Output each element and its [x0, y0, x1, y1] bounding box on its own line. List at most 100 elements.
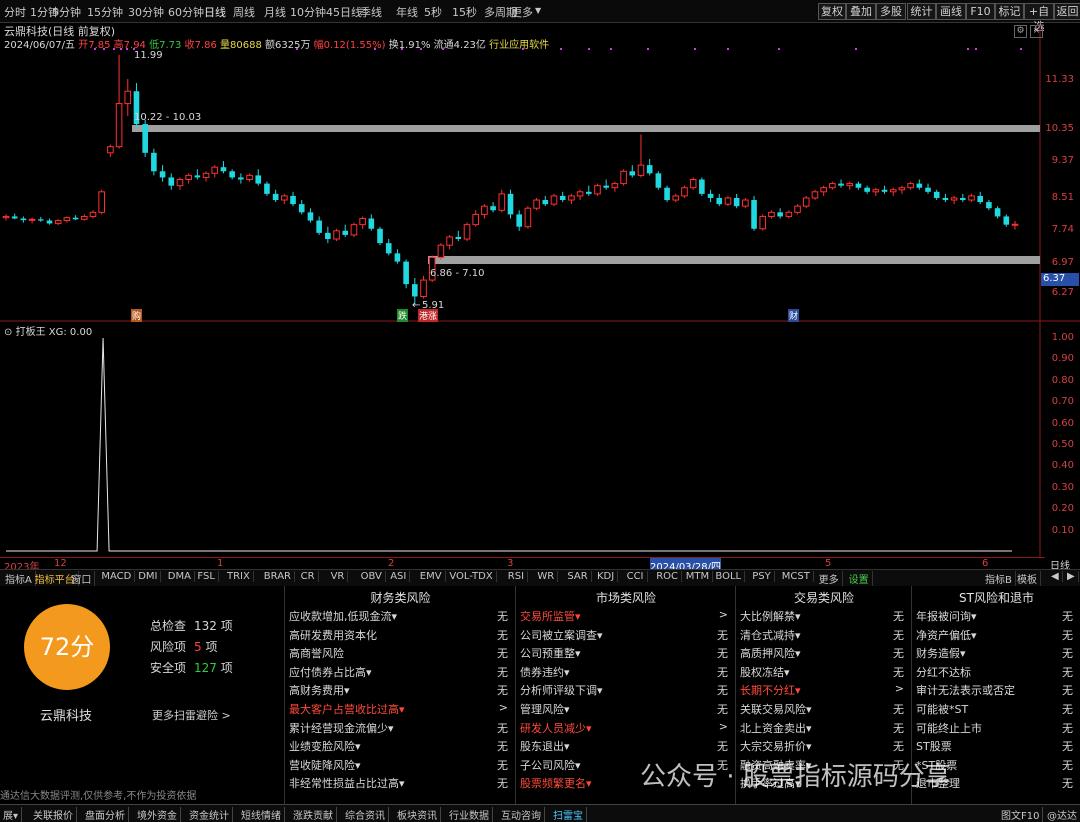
bottom-tab-10[interactable]: 互动咨询	[498, 807, 545, 822]
risk-row[interactable]: 管理风险▾ 无	[516, 701, 736, 719]
risk-row[interactable]: 审计无法表示或否定 无	[912, 682, 1080, 700]
indicator-tab-7[interactable]: TRIX	[224, 571, 254, 582]
indicator-tab-9[interactable]: CR	[298, 571, 319, 582]
risk-row[interactable]: 高商誉风险 无	[285, 645, 516, 663]
toolbar-button-5[interactable]: F10	[966, 3, 995, 20]
risk-row[interactable]: 营收陡降风险▾ 无	[285, 757, 516, 775]
scroll-right-icon[interactable]: ▶	[1064, 571, 1079, 582]
period-8[interactable]: 月线	[264, 4, 286, 20]
toolbar-button-6[interactable]: 标记	[995, 3, 1024, 20]
indicator-tab-4[interactable]: DMI	[135, 571, 162, 582]
period-16[interactable]: 更多	[511, 4, 533, 20]
marker-drop[interactable]: 跌	[397, 309, 409, 322]
risk-row[interactable]: ST股票 无	[912, 738, 1080, 756]
f10-button[interactable]: 图文F10	[998, 807, 1044, 822]
bottom-tab-1[interactable]: 关联报价	[30, 807, 77, 822]
period-5[interactable]: 60分钟	[168, 4, 204, 20]
risk-row[interactable]: 北上资金卖出▾ 无	[736, 720, 912, 738]
bottom-tab-6[interactable]: 涨跌贡献	[290, 807, 337, 822]
indicator-tab-26[interactable]: 设置	[846, 571, 873, 586]
risk-row[interactable]: 分红不达标 无	[912, 664, 1080, 682]
indicator-tab-25[interactable]: 更多	[816, 571, 843, 586]
indicator-tab-3[interactable]: MACD	[98, 571, 136, 582]
risk-row[interactable]: 公司预重整▾ 无	[516, 645, 736, 663]
more-scan-link[interactable]: 更多扫雷避险 >	[152, 707, 231, 723]
indicator-tab-15[interactable]: RSI	[505, 571, 529, 582]
bottom-tab-3[interactable]: 境外资金	[134, 807, 181, 822]
chart-settings-icon[interactable]: ⚙	[1014, 25, 1027, 38]
period-3[interactable]: 15分钟	[87, 4, 123, 20]
indicator-tab-6[interactable]: FSL	[194, 571, 219, 582]
risk-row[interactable]: 可能被*ST 无	[912, 701, 1080, 719]
risk-row[interactable]: 可能终止上市 无	[912, 720, 1080, 738]
risk-row[interactable]: 长期不分红▾ >	[736, 682, 912, 700]
toolbar-button-8[interactable]: 返回	[1054, 3, 1080, 20]
risk-row[interactable]: 大宗交易折价▾ 无	[736, 738, 912, 756]
period-12[interactable]: 年线	[396, 4, 418, 20]
risk-row[interactable]: 分析师评级下调▾ 无	[516, 682, 736, 700]
toolbar-button-3[interactable]: 统计	[907, 3, 936, 20]
risk-row[interactable]: 股东退出▾ 无	[516, 738, 736, 756]
period-0[interactable]: 分时	[4, 4, 26, 20]
indicator-tab-2[interactable]: 窗口	[68, 571, 96, 586]
bottom-tab-2[interactable]: 盘面分析	[82, 807, 129, 822]
period-7[interactable]: 周线	[233, 4, 255, 20]
risk-row[interactable]: 高质押风险▾ 无	[736, 645, 912, 663]
indicator-tab-17[interactable]: SAR	[564, 571, 592, 582]
risk-row[interactable]: 大比例解禁▾ 无	[736, 608, 912, 626]
indicator-tab-22[interactable]: BOLL	[712, 571, 746, 582]
risk-row[interactable]: 高研发费用资本化 无	[285, 627, 516, 645]
marker-hk-up[interactable]: 港涨	[418, 309, 439, 322]
indicator-chart[interactable]	[0, 322, 1080, 558]
indicator-tab-12[interactable]: ASI	[387, 571, 411, 582]
toolbar-button-1[interactable]: 叠加	[846, 3, 876, 20]
toolbar-button-4[interactable]: 画线	[936, 3, 966, 20]
risk-row[interactable]: 公司被立案调查▾ 无	[516, 627, 736, 645]
toolbar-button-0[interactable]: 复权	[818, 3, 846, 20]
bottom-tab-7[interactable]: 综合资讯	[342, 807, 389, 822]
indicator-tab-23[interactable]: PSY	[749, 571, 775, 582]
period-13[interactable]: 5秒	[424, 4, 442, 20]
risk-row[interactable]: 年报被问询▾ 无	[912, 608, 1080, 626]
price-chart[interactable]	[0, 22, 1080, 322]
marker-buy[interactable]: 购	[131, 309, 143, 322]
risk-row[interactable]: 最大客户占营收比过高▾ >	[285, 701, 516, 719]
risk-row[interactable]: 累计经营现金流偏少▾ 无	[285, 720, 516, 738]
risk-row[interactable]: 高财务费用▾ 无	[285, 682, 516, 700]
indicator-tab-21[interactable]: MTM	[683, 571, 714, 582]
risk-row[interactable]: 净资产偏低▾ 无	[912, 627, 1080, 645]
bottom-tab-0[interactable]: 展▾	[0, 807, 23, 822]
period-14[interactable]: 15秒	[452, 4, 477, 20]
indicator-tab-24[interactable]: MCST	[779, 571, 814, 582]
bottom-tab-8[interactable]: 板块资讯	[394, 807, 441, 822]
more-dropdown-icon[interactable]: ▼	[535, 6, 541, 15]
risk-row[interactable]: 财务造假▾ 无	[912, 645, 1080, 663]
bottom-tab-4[interactable]: 资金统计	[186, 807, 233, 822]
indicator-tab-20[interactable]: ROC	[653, 571, 682, 582]
chart-close-icon[interactable]: ×	[1030, 25, 1043, 38]
period-2[interactable]: 5分钟	[52, 4, 81, 20]
period-11[interactable]: 季线	[360, 4, 382, 20]
bottom-tab-11[interactable]: 扫雷宝	[550, 807, 587, 822]
indicator-toggle-icon[interactable]: ⊙	[4, 327, 12, 338]
indicator-tab-16[interactable]: WR	[534, 571, 559, 582]
indicator-tab-13[interactable]: EMV	[417, 571, 446, 582]
risk-row[interactable]: 股权冻结▾ 无	[736, 664, 912, 682]
indicator-tab-5[interactable]: DMA	[165, 571, 195, 582]
bottom-tab-9[interactable]: 行业数据	[446, 807, 493, 822]
indicator-tab-19[interactable]: CCI	[624, 571, 648, 582]
toolbar-button-7[interactable]: +自选	[1024, 3, 1054, 33]
risk-row[interactable]: 研发人员减少▾ >	[516, 720, 736, 738]
indicator-tab-right-1[interactable]: 模板	[1014, 571, 1041, 586]
risk-row[interactable]: 关联交易风险▾ 无	[736, 701, 912, 719]
bottom-far-label[interactable]: @达达	[1044, 807, 1080, 822]
bottom-tab-5[interactable]: 短线情绪	[238, 807, 285, 822]
risk-row[interactable]: 清仓式减持▾ 无	[736, 627, 912, 645]
scroll-left-icon[interactable]: ◀	[1048, 571, 1063, 582]
indicator-tab-18[interactable]: KDJ	[594, 571, 619, 582]
indicator-tab-10[interactable]: VR	[328, 571, 349, 582]
indicator-tab-8[interactable]: BRAR	[261, 571, 295, 582]
risk-row[interactable]: 应付债券占比高▾ 无	[285, 664, 516, 682]
indicator-tab-right-0[interactable]: 指标B	[982, 571, 1016, 586]
period-10[interactable]: 45日线	[326, 4, 362, 20]
